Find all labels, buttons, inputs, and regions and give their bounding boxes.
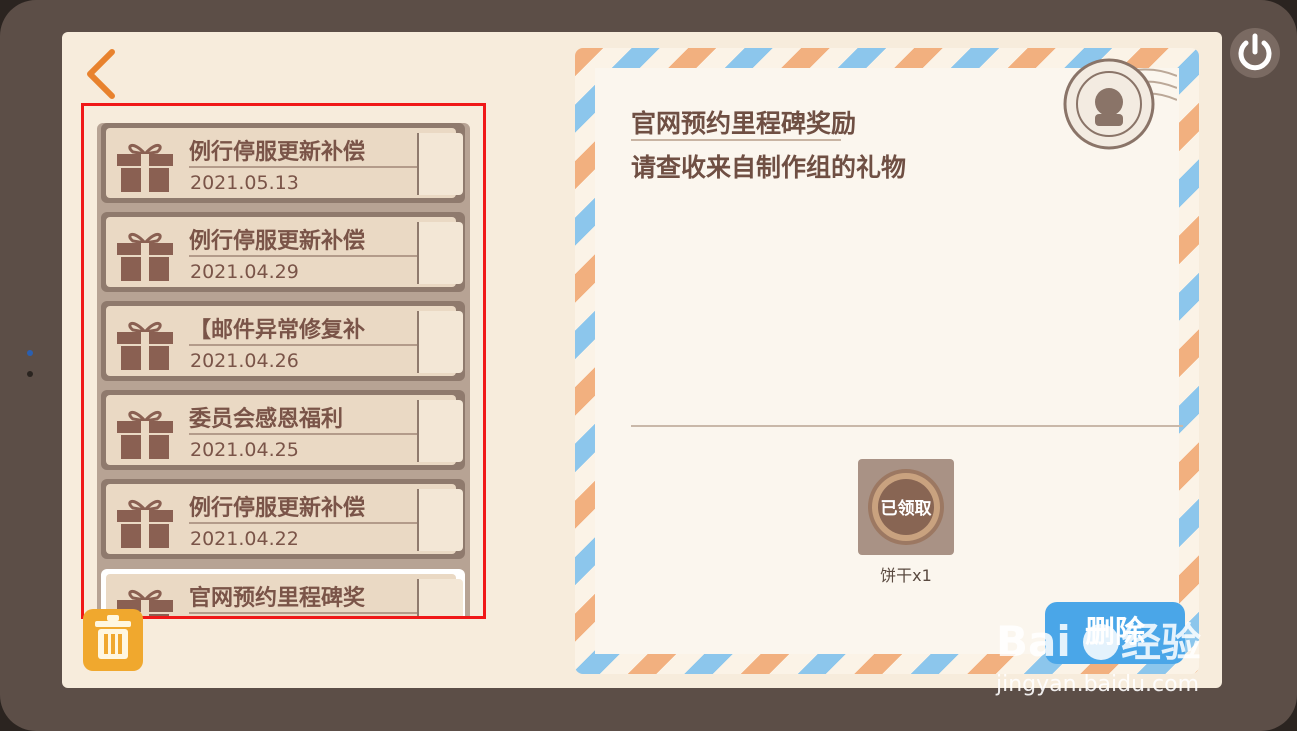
mail-underline (189, 344, 419, 346)
attachment-item[interactable]: 已领取 (858, 459, 954, 555)
mail-card: 【邮件异常修复补 2021.04.26 (106, 306, 463, 376)
camera-dot (27, 350, 33, 356)
mail-title: 例行停服更新补偿 (189, 496, 366, 521)
mail-list: 例行停服更新补偿 2021.05.13 例行停服更新补偿 2021.04.29 (97, 123, 470, 616)
mail-item[interactable]: 例行停服更新补偿 2021.04.22 (101, 479, 465, 559)
mail-tab (417, 222, 463, 284)
power-icon[interactable] (1228, 26, 1282, 80)
mail-card: 例行停服更新补偿 2021.04.22 (106, 484, 463, 554)
back-arrow-icon[interactable] (82, 48, 122, 100)
letter-title-underline (631, 139, 841, 141)
letter-body: 请查收来自制作组的礼物 (631, 153, 907, 182)
letter-title: 官网预约里程碑奖励 (631, 109, 857, 138)
mail-underline (189, 166, 419, 168)
attachment-label: 饼干x1 (880, 566, 932, 585)
letter-panel: 官网预约里程碑奖励 请查收来自制作组的礼物 已领取 饼干x1 删除 (575, 48, 1199, 674)
mail-tab (417, 579, 463, 616)
mail-item-selected[interactable]: 官网预约里程碑奖 (101, 569, 465, 616)
mail-tab (417, 489, 463, 551)
delete-button[interactable]: 删除 (1045, 602, 1185, 664)
mail-tab (417, 400, 463, 462)
mail-item[interactable]: 例行停服更新补偿 2021.04.29 (101, 212, 465, 292)
mail-date: 2021.04.25 (190, 439, 299, 461)
mail-underline (189, 522, 419, 524)
stamp-icon (1063, 58, 1177, 150)
mail-title: 例行停服更新补偿 (189, 140, 366, 165)
mail-tab (417, 311, 463, 373)
mail-item[interactable]: 【邮件异常修复补 2021.04.26 (101, 301, 465, 381)
claimed-label: 已领取 (881, 498, 932, 519)
sensor-dot (27, 371, 33, 377)
mail-date: 2021.04.29 (190, 261, 299, 283)
trash-icon[interactable] (83, 609, 143, 671)
mail-title: 官网预约里程碑奖 (189, 586, 366, 611)
mail-list-highlight: 例行停服更新补偿 2021.05.13 例行停服更新补偿 2021.04.29 (81, 103, 486, 619)
cookie-icon: 已领取 (868, 469, 944, 545)
mail-card: 委员会感恩福利 2021.04.25 (106, 395, 463, 465)
gift-icon (117, 322, 173, 370)
mail-date: 2021.04.22 (190, 528, 299, 550)
letter-paper: 官网预约里程碑奖励 请查收来自制作组的礼物 已领取 饼干x1 删除 (595, 68, 1185, 664)
mail-title: 例行停服更新补偿 (189, 229, 366, 254)
mail-card: 例行停服更新补偿 2021.04.29 (106, 217, 463, 287)
gift-icon (117, 233, 173, 281)
mail-underline (189, 433, 419, 435)
mail-title: 【邮件异常修复补 (189, 318, 366, 343)
gift-icon (117, 411, 173, 459)
mail-date: 2021.04.26 (190, 350, 299, 372)
mail-title: 委员会感恩福利 (189, 407, 344, 432)
mail-item[interactable]: 委员会感恩福利 2021.04.25 (101, 390, 465, 470)
mail-tab (417, 133, 463, 195)
letter-divider (631, 425, 1183, 427)
mail-date: 2021.05.13 (190, 172, 299, 194)
mail-underline (189, 255, 419, 257)
gift-icon (117, 144, 173, 192)
mail-underline (189, 612, 419, 614)
mail-card: 例行停服更新补偿 2021.05.13 (106, 128, 463, 198)
mail-card: 官网预约里程碑奖 (106, 574, 463, 616)
mail-item[interactable]: 例行停服更新补偿 2021.05.13 (101, 123, 465, 203)
gift-icon (117, 500, 173, 548)
